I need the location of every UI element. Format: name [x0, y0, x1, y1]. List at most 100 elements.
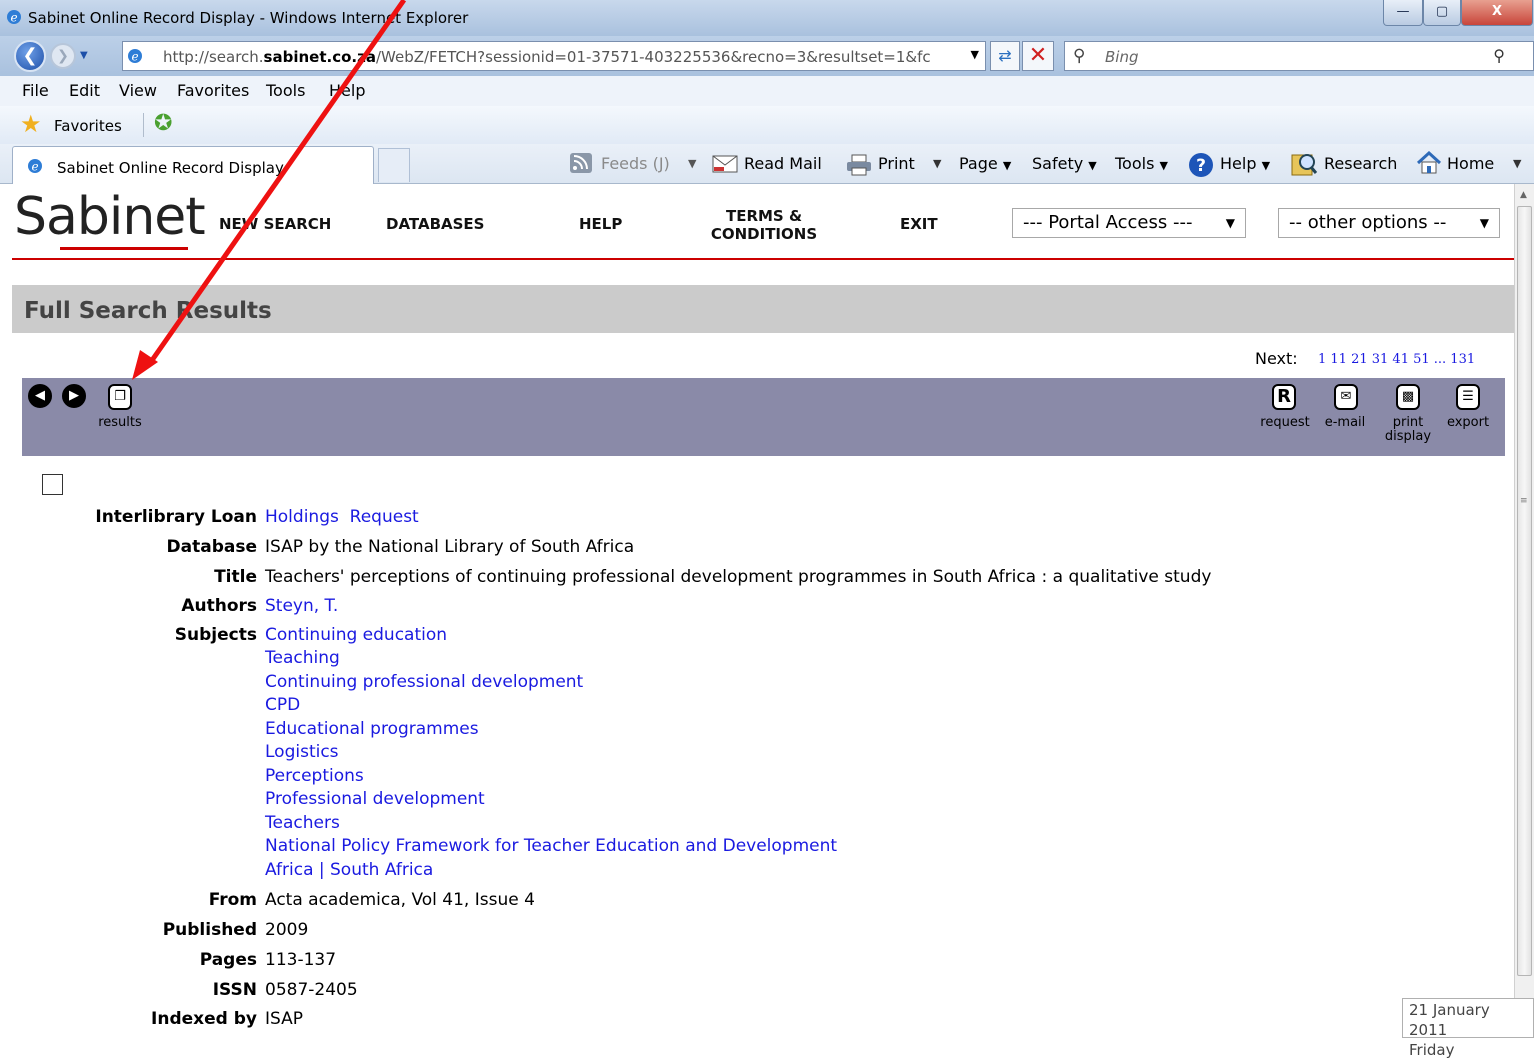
holdings-link[interactable]: Holdings: [265, 507, 339, 527]
label-from: From: [208, 890, 257, 910]
author-link[interactable]: Steyn, T.: [265, 596, 338, 616]
results-label[interactable]: results: [96, 416, 144, 430]
address-bar[interactable]: e http://search.sabinet.co.za/WebZ/FETCH…: [122, 41, 986, 71]
home-button[interactable]: Home: [1447, 154, 1494, 173]
svg-text:?: ?: [1196, 156, 1206, 176]
svg-text:e: e: [10, 11, 17, 25]
page-menu[interactable]: Page ▼: [959, 154, 1011, 173]
home-dropdown-icon[interactable]: ▼: [1513, 157, 1521, 170]
menu-view[interactable]: View: [119, 81, 157, 100]
request-button[interactable]: R: [1272, 384, 1296, 410]
menu-favorites[interactable]: Favorites: [177, 81, 249, 100]
sabinet-logo[interactable]: Sabinet: [14, 189, 206, 245]
compat-refresh-button[interactable]: ⇄: [990, 41, 1020, 71]
results-header-band: Full Search Results: [12, 285, 1514, 333]
nav-new-search[interactable]: NEW SEARCH: [219, 215, 331, 233]
scroll-thumb[interactable]: [1517, 206, 1532, 976]
vertical-scrollbar[interactable]: ▲ ≡: [1514, 184, 1534, 1038]
label-database: Database: [166, 537, 257, 557]
stop-button[interactable]: ✕: [1022, 41, 1054, 71]
menu-edit[interactable]: Edit: [69, 81, 100, 100]
new-tab-button[interactable]: [378, 148, 410, 182]
minimize-button[interactable]: —: [1383, 0, 1423, 26]
browser-tab[interactable]: e Sabinet Online Record Display: [12, 146, 374, 184]
label-authors: Authors: [181, 596, 257, 616]
refresh-icon: ⇄: [998, 46, 1012, 65]
subject-link[interactable]: Continuing education: [265, 625, 447, 645]
results-copy-icon: ❐: [114, 389, 126, 404]
nav-exit[interactable]: EXIT: [900, 215, 938, 233]
email-label[interactable]: e-mail: [1319, 416, 1371, 430]
subject-link[interactable]: Professional development: [265, 789, 485, 809]
url-dropdown-icon[interactable]: ▼: [971, 48, 979, 61]
nav-databases[interactable]: DATABASES: [386, 215, 484, 233]
favorites-button[interactable]: Favorites: [54, 117, 122, 135]
scroll-grip-icon: ≡: [1520, 496, 1528, 506]
label-published: Published: [162, 920, 257, 940]
feeds-button[interactable]: Feeds (J): [601, 154, 670, 173]
export-label[interactable]: export: [1440, 416, 1496, 430]
subject-link[interactable]: Africa | South Africa: [265, 860, 433, 880]
other-options-value: -- other options --: [1289, 212, 1447, 233]
portal-access-select[interactable]: --- Portal Access --- ▼: [1012, 208, 1246, 238]
page-ie-icon: e: [128, 49, 142, 64]
email-button[interactable]: ✉: [1334, 384, 1358, 410]
print-display-label[interactable]: print display: [1378, 416, 1438, 444]
nav-terms-line1: TERMS &: [725, 207, 803, 225]
maximize-button[interactable]: ▢: [1423, 0, 1461, 26]
safety-menu[interactable]: Safety ▼: [1032, 154, 1097, 173]
read-mail-button[interactable]: Read Mail: [744, 154, 822, 173]
feeds-dropdown-icon[interactable]: ▼: [688, 157, 696, 170]
pagination-links[interactable]: 1 11 21 31 41 51 ... 131: [1318, 352, 1475, 367]
export-button[interactable]: ☰: [1456, 384, 1480, 410]
record-select-checkbox[interactable]: [42, 474, 63, 495]
record-toolbar: ◀ ▶ ❐ results R request ✉ e-mail ▩ print…: [22, 378, 1505, 456]
svg-text:e: e: [31, 160, 38, 174]
history-dropdown-icon[interactable]: ▼: [80, 50, 88, 61]
menu-tools[interactable]: Tools: [266, 81, 305, 100]
nav-help[interactable]: HELP: [579, 215, 622, 233]
scroll-up-icon[interactable]: ▲: [1520, 190, 1527, 200]
back-button[interactable]: ❮: [14, 40, 46, 72]
ie-logo-icon: e: [7, 10, 21, 25]
nav-terms-conditions[interactable]: TERMS & CONDITIONS: [700, 207, 828, 243]
subject-link[interactable]: Perceptions: [265, 766, 364, 786]
tab-ie-icon: e: [28, 159, 42, 174]
print-dropdown-icon[interactable]: ▼: [933, 157, 941, 170]
close-button[interactable]: X: [1461, 0, 1533, 26]
subject-link[interactable]: Educational programmes: [265, 719, 479, 739]
print-display-button[interactable]: ▩: [1396, 384, 1420, 410]
database-value: ISAP by the National Library of South Af…: [265, 537, 635, 557]
separator: [143, 113, 144, 137]
request-link[interactable]: Request: [350, 507, 419, 527]
print-button[interactable]: Print: [878, 154, 915, 173]
research-button[interactable]: Research: [1324, 154, 1397, 173]
print-display-line2: display: [1384, 429, 1432, 444]
subject-link[interactable]: Logistics: [265, 742, 339, 762]
search-box[interactable]: ⚲ Bing ⚲: [1064, 41, 1534, 71]
other-options-select[interactable]: -- other options -- ▼: [1278, 208, 1500, 238]
research-icon: [1291, 154, 1318, 176]
url-text[interactable]: http://search.sabinet.co.za/WebZ/FETCH?s…: [163, 48, 953, 66]
menu-help[interactable]: Help: [329, 81, 365, 100]
tools-menu[interactable]: Tools ▼: [1115, 154, 1168, 173]
feeds-icon[interactable]: [569, 152, 593, 174]
triangle-left-icon: ◀: [35, 388, 45, 403]
help-icon[interactable]: ?: [1188, 152, 1214, 178]
subject-link[interactable]: Teachers: [265, 813, 340, 833]
add-favorite-icon[interactable]: ✪: [154, 111, 172, 136]
subject-link[interactable]: National Policy Framework for Teacher Ed…: [265, 836, 837, 856]
help-menu[interactable]: Help ▼: [1220, 154, 1270, 173]
subject-link[interactable]: CPD: [265, 695, 300, 715]
search-go-icon[interactable]: ⚲: [1493, 46, 1505, 65]
forward-button[interactable]: ❯: [50, 43, 76, 69]
label-pages: Pages: [199, 950, 257, 970]
next-record-button[interactable]: ▶: [62, 384, 86, 408]
previous-record-button[interactable]: ◀: [28, 384, 52, 408]
menu-file[interactable]: File: [22, 81, 49, 100]
results-button[interactable]: ❐: [108, 384, 132, 410]
request-label[interactable]: request: [1255, 416, 1315, 430]
favorites-star-icon[interactable]: ★: [20, 112, 42, 136]
subject-link[interactable]: Teaching: [265, 648, 340, 668]
subject-link[interactable]: Continuing professional development: [265, 672, 583, 692]
